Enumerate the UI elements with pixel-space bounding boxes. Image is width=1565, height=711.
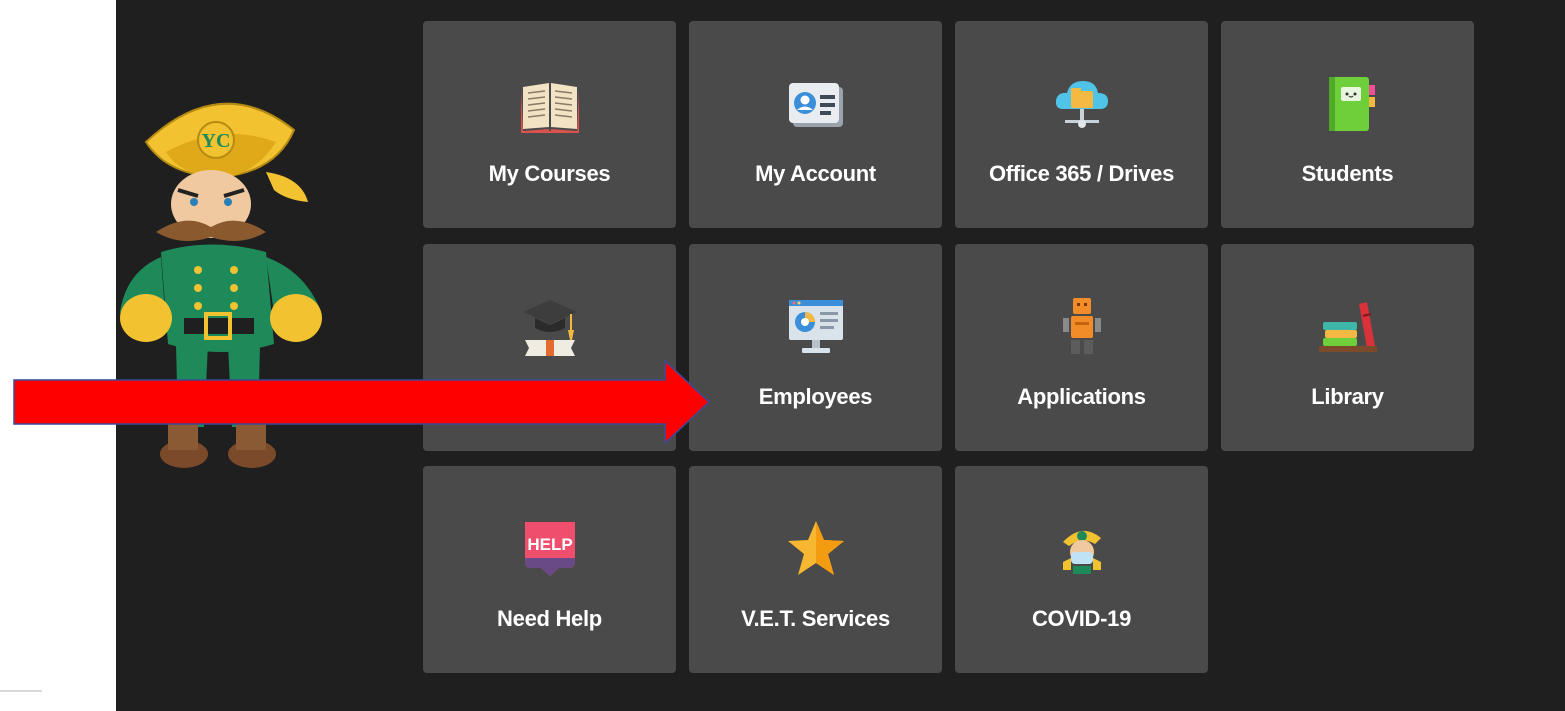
star-icon [785,518,847,580]
red-arrow-annotation [13,360,711,444]
left-gutter [0,0,116,711]
tile-label: Students [1301,161,1394,186]
tile-applications[interactable]: Applications [955,244,1208,451]
help-bubble-icon: HELP [519,518,581,580]
tile-my-courses[interactable]: My Courses [423,21,676,228]
tile-label: My Account [755,161,876,186]
tile-employees[interactable]: Employees [689,244,942,451]
open-book-icon [519,73,581,135]
tile-office-365[interactable]: Office 365 / Drives [955,21,1208,228]
id-card-icon [785,73,847,135]
cloud-folder-icon [1051,73,1113,135]
tile-students[interactable]: Students [1221,21,1474,228]
tile-vet-services[interactable]: V.E.T. Services [689,466,942,673]
masked-mascot-icon [1051,518,1113,580]
tile-label: Need Help [497,606,602,631]
mascot-monogram: YC [202,130,231,152]
tile-label: Applications [1017,384,1146,409]
tile-need-help[interactable]: HELP Need Help [423,466,676,673]
portal-panel: My Courses My Account Office 365 / Drive… [116,0,1565,711]
gutter-divider [0,690,42,692]
monitor-chart-icon [785,296,847,358]
robot-icon [1051,296,1113,358]
tile-label: My Courses [488,161,611,186]
books-stack-icon [1317,296,1379,358]
tile-my-account[interactable]: My Account [689,21,942,228]
tile-label: Office 365 / Drives [988,161,1175,186]
notebook-icon [1317,73,1379,135]
tile-covid-19[interactable]: COVID-19 [955,466,1208,673]
tile-label: Employees [758,384,873,409]
graduation-cap-icon [519,296,581,358]
tile-label: COVID-19 [1031,606,1132,631]
svg-text:HELP: HELP [527,535,572,554]
tile-library[interactable]: Library [1221,244,1474,451]
tile-label: V.E.T. Services [741,606,890,631]
tile-label: Library [1311,384,1384,409]
